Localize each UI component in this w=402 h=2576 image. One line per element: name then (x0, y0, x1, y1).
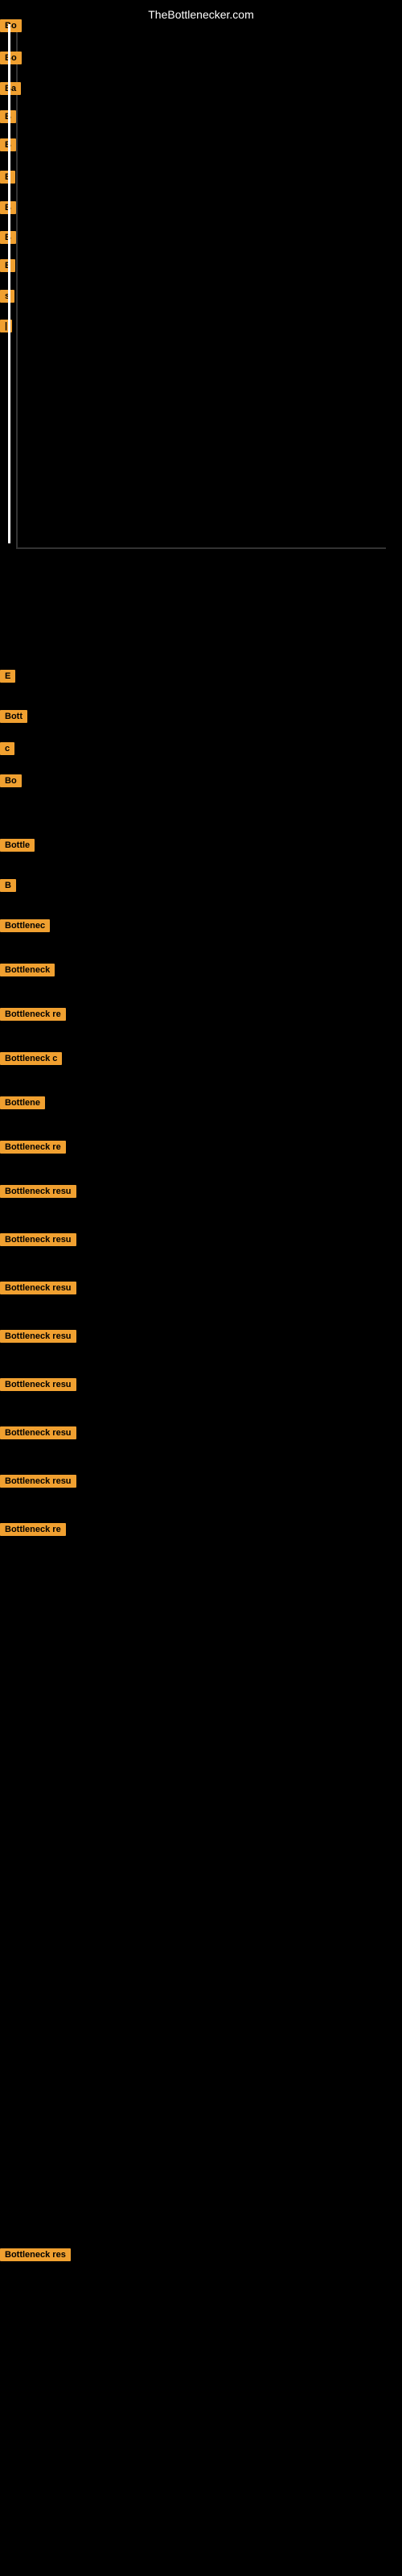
result-badge-5: Bottleneck c (0, 1051, 62, 1065)
result-badge-6: Bottlene (0, 1095, 45, 1109)
x-axis (16, 547, 386, 549)
lower-badge-1: Bott (0, 708, 27, 723)
result-badge-13: Bottleneck resu (0, 1425, 76, 1439)
result-badge-16: Bottleneck res (0, 2247, 71, 2261)
result-badge-9: Bottleneck resu (0, 1232, 76, 1246)
lower-badge-3: Bo (0, 773, 22, 787)
result-badge-8: Bottleneck resu (0, 1183, 76, 1198)
result-badge-3: Bottleneck (0, 962, 55, 976)
y-axis (16, 24, 18, 547)
result-badge-11: Bottleneck resu (0, 1328, 76, 1343)
result-badge-4: Bottleneck re (0, 1006, 66, 1021)
badge-0: Bo (0, 18, 22, 32)
result-badge-15: Bottleneck re (0, 1521, 66, 1536)
result-badge-0: Bottle (0, 837, 35, 852)
result-badge-1: B (0, 877, 16, 892)
lower-badge-2: c (0, 741, 14, 755)
badge-1: Bo (0, 50, 22, 64)
result-badge-12: Bottleneck resu (0, 1377, 76, 1391)
badge-2: Ba (0, 80, 21, 95)
result-badge-7: Bottleneck re (0, 1139, 66, 1154)
result-badge-14: Bottleneck resu (0, 1473, 76, 1488)
chart-area (16, 24, 394, 572)
result-badge-2: Bottlenec (0, 918, 50, 932)
result-badge-10: Bottleneck resu (0, 1280, 76, 1294)
site-title: TheBottlenecker.com (0, 2, 402, 24)
chart-cursor-line (8, 24, 10, 543)
lower-badge-0: E (0, 668, 15, 683)
